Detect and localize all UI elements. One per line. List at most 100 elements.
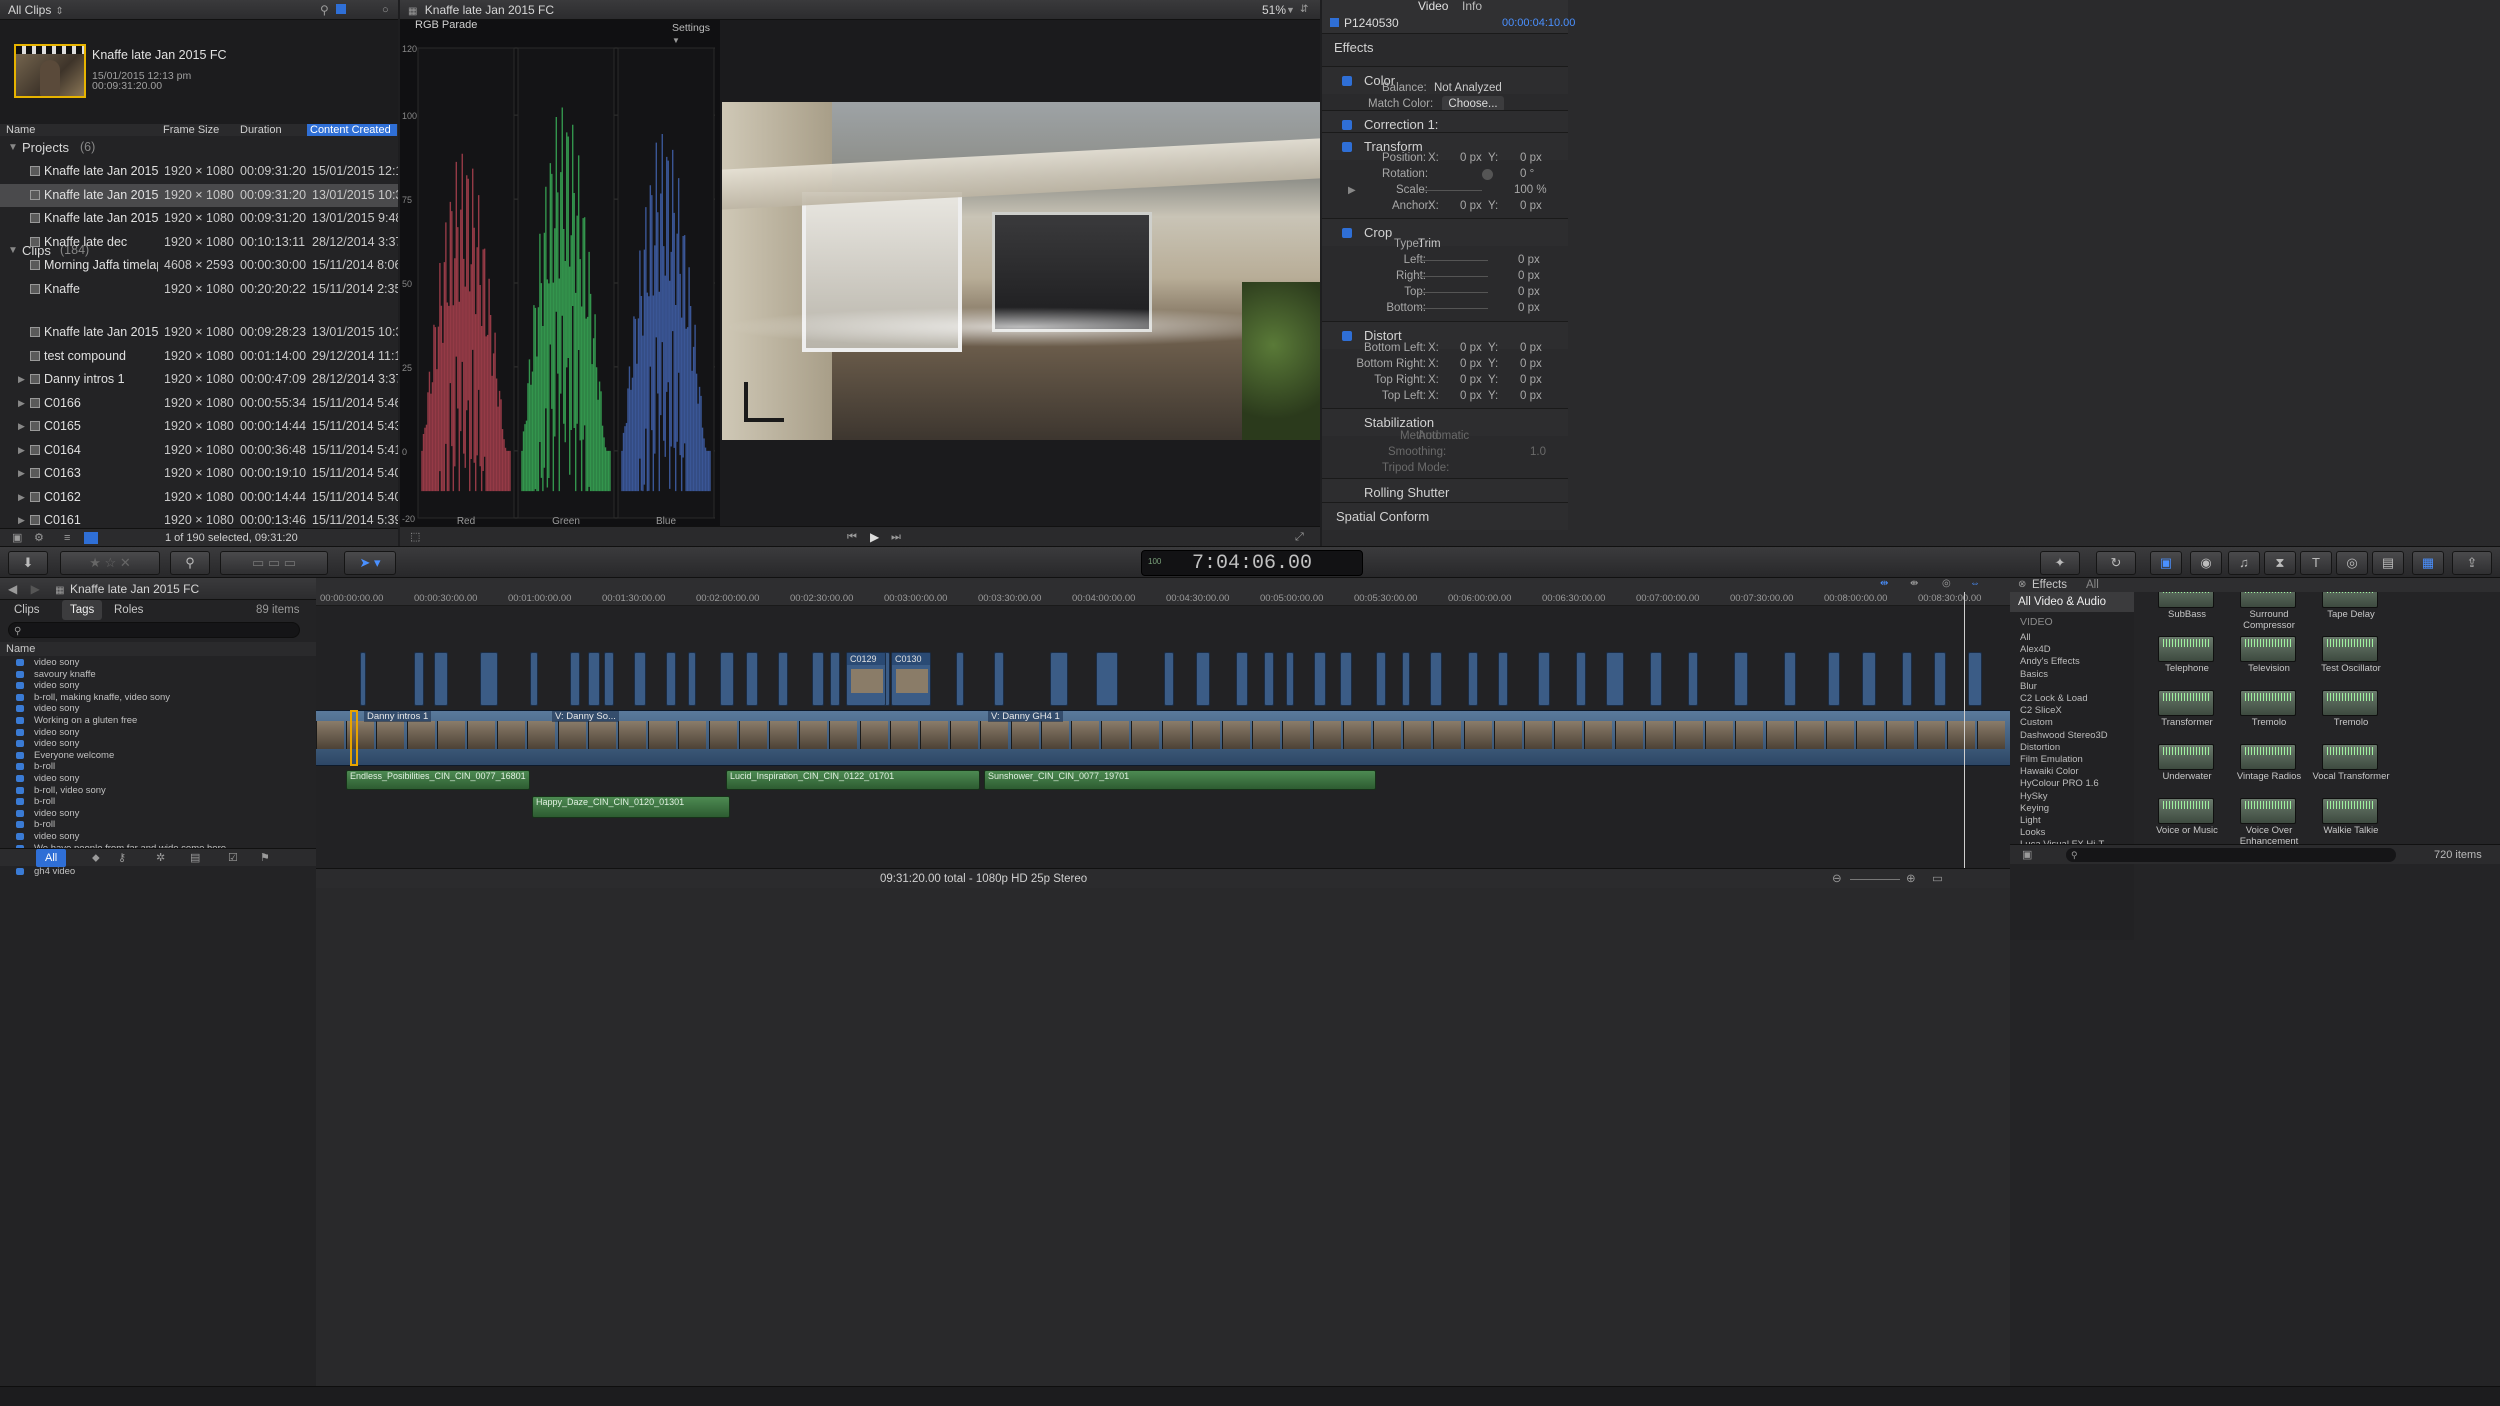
connected-clip[interactable]: [1538, 652, 1550, 706]
connected-clip[interactable]: [1498, 652, 1508, 706]
storyline-clip[interactable]: [1222, 721, 1250, 749]
connected-clip[interactable]: [588, 652, 600, 706]
connected-clip[interactable]: [530, 652, 538, 706]
tag-list-item[interactable]: b-roll, video sony: [0, 785, 316, 797]
connected-clip[interactable]: [1902, 652, 1912, 706]
list-item[interactable]: ▶ Danny intros 1 1920 × 1080 00:00:47:09.00…: [0, 368, 398, 392]
tag-list-item[interactable]: video sony: [0, 727, 316, 739]
connected-clip[interactable]: [1164, 652, 1174, 706]
chevron-down-icon[interactable]: ▼: [1286, 0, 1295, 20]
connected-clip[interactable]: [1934, 652, 1946, 706]
storyline-clip[interactable]: [859, 721, 888, 749]
effect-thumbnail[interactable]: [2240, 636, 2296, 662]
list-item[interactable]: ▶ C0162 1920 × 1080 00:00:14:44.00 15/11/201…: [0, 486, 398, 510]
column-frame-size[interactable]: Frame Size: [163, 124, 219, 136]
tab-tags[interactable]: Tags: [62, 600, 103, 620]
tag-list-item[interactable]: b-roll: [0, 796, 316, 808]
effects-category[interactable]: Alex4D: [2020, 644, 2051, 656]
tag-list-item[interactable]: gh4 video: [0, 866, 316, 878]
effects-toggle[interactable]: ▦: [2412, 551, 2444, 575]
effect-thumbnail[interactable]: [2240, 744, 2296, 770]
effects-category[interactable]: Film Emulation: [2020, 754, 2083, 766]
storyline-clip[interactable]: [1040, 721, 1069, 749]
connected-clip[interactable]: [720, 652, 734, 706]
generators-button[interactable]: ◎: [2336, 551, 2368, 575]
disclosure-triangle-icon[interactable]: ▶: [18, 509, 25, 528]
list-item[interactable]: ▶ C0161 1920 × 1080 00:00:13:46.00 15/11/201…: [0, 509, 398, 528]
storyline-clip[interactable]: [1826, 721, 1854, 749]
storyline-clip[interactable]: [1403, 721, 1432, 749]
connected-clip[interactable]: [1314, 652, 1326, 706]
effect-thumbnail[interactable]: [2322, 798, 2378, 824]
storyline-clip[interactable]: [1916, 721, 1945, 749]
storyline-clip[interactable]: [618, 721, 646, 749]
storyline-clip[interactable]: [1252, 721, 1281, 749]
connected-clip[interactable]: [1650, 652, 1662, 706]
crop-slider[interactable]: [1418, 292, 1488, 293]
effects-category[interactable]: Hawaiki Color: [2020, 766, 2079, 778]
connected-clip[interactable]: [1340, 652, 1352, 706]
effect-thumbnail[interactable]: [2322, 592, 2378, 608]
skimming-icon[interactable]: ⇹: [1880, 578, 1888, 589]
storyline-clip[interactable]: [889, 721, 918, 749]
switch-icon[interactable]: ⇵: [1300, 0, 1308, 20]
keyword-button[interactable]: ★ ☆ ✕: [60, 551, 160, 575]
storyline-clip[interactable]: [1493, 721, 1522, 749]
connected-clip[interactable]: [480, 652, 498, 706]
storyline-clip[interactable]: [1856, 721, 1885, 749]
zoom-level[interactable]: 51%: [1262, 0, 1286, 20]
zoom-out-icon[interactable]: ⊖: [1832, 869, 1842, 889]
filter-all-button[interactable]: All: [36, 849, 67, 867]
crop-slider[interactable]: [1418, 276, 1488, 277]
storyline-clip[interactable]: [1765, 721, 1794, 749]
connected-clip[interactable]: [1402, 652, 1410, 706]
effects-category[interactable]: Custom: [2020, 717, 2053, 729]
disclosure-triangle-icon[interactable]: ▶: [18, 439, 25, 463]
connected-clip[interactable]: [1784, 652, 1796, 706]
storyline-clip[interactable]: [1463, 721, 1492, 749]
inspector-toggle[interactable]: ▣: [2150, 551, 2182, 575]
transitions-button[interactable]: ⧗: [2264, 551, 2296, 575]
storyline-clip[interactable]: [1644, 721, 1673, 749]
tag-list-item[interactable]: video sony: [0, 738, 316, 750]
storyline-clip[interactable]: [708, 721, 737, 749]
tab-roles[interactable]: Roles: [114, 600, 143, 620]
connected-clip[interactable]: [688, 652, 696, 706]
tab-video[interactable]: Video: [1418, 0, 1448, 12]
connected-clip[interactable]: [604, 652, 614, 706]
effects-category[interactable]: Blur: [2020, 681, 2037, 693]
tab-clips[interactable]: Clips: [14, 600, 40, 620]
effect-thumbnail[interactable]: [2322, 744, 2378, 770]
themes-button[interactable]: ▤: [2372, 551, 2404, 575]
gear-menu-icon[interactable]: ⚙: [34, 529, 44, 546]
storyline-clip[interactable]: [1010, 721, 1039, 749]
chevron-updown-icon[interactable]: ⇕: [55, 2, 63, 22]
keyword-filter-icon[interactable]: ⚷: [118, 849, 126, 867]
primary-storyline[interactable]: Danny intros 1 V: Danny So... V: Danny GH4…: [316, 710, 2010, 766]
column-name[interactable]: Name: [6, 124, 35, 136]
audio-clip[interactable]: Sunshower_CIN_CIN_0077_19701: [984, 770, 1376, 790]
sidebar-toggle-icon[interactable]: ▣: [2022, 845, 2032, 865]
storyline-clip[interactable]: [769, 721, 797, 749]
photos-button[interactable]: ◉: [2190, 551, 2222, 575]
audio-clip[interactable]: Lucid_Inspiration_CIN_CIN_0122_01701: [726, 770, 980, 790]
titles-button[interactable]: T: [2300, 551, 2332, 575]
crop-slider[interactable]: [1418, 308, 1488, 309]
storyline-clip[interactable]: [1131, 721, 1160, 749]
connected-clip[interactable]: [956, 652, 964, 706]
connected-clip[interactable]: [812, 652, 824, 706]
column-duration[interactable]: Duration: [240, 124, 282, 136]
list-item[interactable]: ▶ C0164 1920 × 1080 00:00:36:48.00 15/11/201…: [0, 439, 398, 463]
timeline-ruler[interactable]: 00:00:00:00.00 00:00:30:00.00 00:01:00:00.…: [316, 592, 2010, 606]
storyline-clip[interactable]: [406, 721, 435, 749]
effects-category[interactable]: Light: [2020, 815, 2041, 827]
storyline-clip[interactable]: [1705, 721, 1734, 749]
tag-list-item[interactable]: video sony: [0, 680, 316, 692]
connected-clip[interactable]: [1576, 652, 1586, 706]
import-button[interactable]: ⬇: [8, 551, 48, 575]
storyline-clip[interactable]: [1433, 721, 1462, 749]
list-item[interactable]: Knaffe late Jan 2015 FC 1920 × 1080 00:09:…: [0, 183, 398, 207]
play-icon[interactable]: ▶: [870, 527, 879, 546]
skip-back-icon[interactable]: ⏮: [847, 527, 857, 546]
storyline-clip[interactable]: [1101, 721, 1130, 749]
